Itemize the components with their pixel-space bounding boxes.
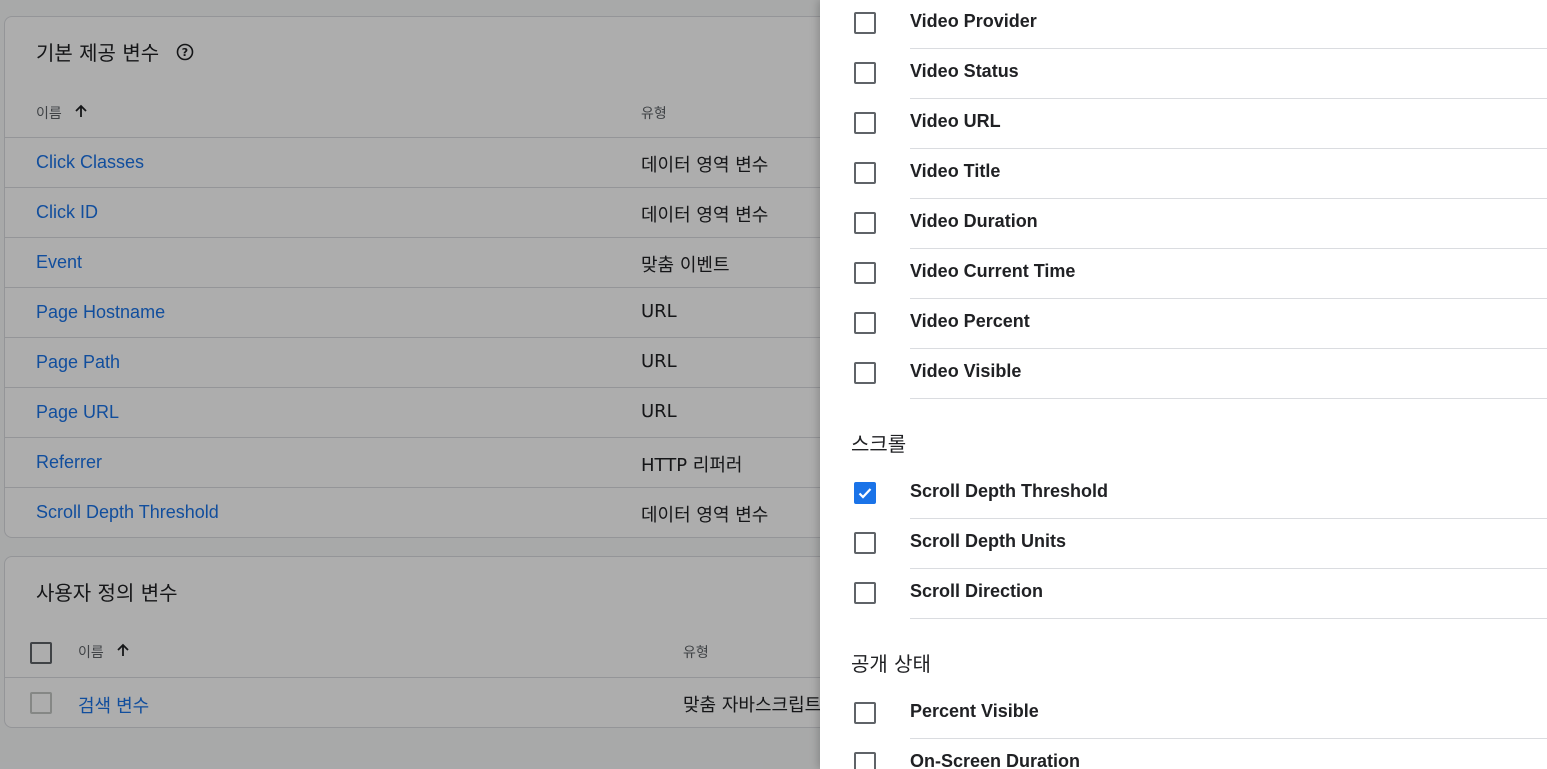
checkbox-label: Percent Visible [910,701,1039,721]
checkbox[interactable] [854,582,876,604]
checkbox[interactable] [854,12,876,34]
checkbox[interactable] [854,702,876,724]
checkbox-item-video-visible[interactable]: Video Visible [820,349,1547,399]
checkbox-label: Video Provider [910,11,1037,31]
checkbox[interactable] [854,532,876,554]
checkbox-item-scroll-depth-units[interactable]: Scroll Depth Units [820,519,1547,569]
checkbox[interactable] [854,262,876,284]
checkbox[interactable] [854,112,876,134]
checkbox-label: Video Duration [910,211,1038,231]
checkbox-label: Video Percent [910,311,1030,331]
checkbox-label: On-Screen Duration [910,751,1081,769]
checkbox-item-video-url[interactable]: Video URL [820,99,1547,149]
checkbox[interactable] [854,62,876,84]
checkbox-label: Video Status [910,61,1019,81]
checkbox-label: Scroll Depth Units [910,531,1067,551]
check-icon [858,488,872,499]
checkbox-item-video-provider[interactable]: Video Provider [820,0,1547,49]
checkbox-item-percent-visible[interactable]: Percent Visible [820,689,1547,739]
checkbox-label: Video Title [910,161,1001,181]
checkbox[interactable] [854,212,876,234]
variable-selection-panel: Video Provider Video Status Video URL Vi… [820,0,1547,769]
checkbox-item-scroll-depth-threshold[interactable]: Scroll Depth Threshold [820,469,1547,519]
checkbox-item-on-screen-duration[interactable]: On-Screen Duration [820,739,1547,769]
checkbox-checked[interactable] [854,482,876,504]
checkbox-label: Video URL [910,111,1001,131]
divider [910,618,1547,619]
checkbox-item-video-title[interactable]: Video Title [820,149,1547,199]
divider [910,398,1547,399]
checkbox-label: Scroll Direction [910,581,1044,601]
checkbox-label: Scroll Depth Threshold [910,481,1109,501]
checkbox[interactable] [854,362,876,384]
checkbox[interactable] [854,162,876,184]
section-heading-visibility: 공개 상태 [851,652,931,676]
checkbox-item-video-percent[interactable]: Video Percent [820,299,1547,349]
section-heading-scroll: 스크롤 [851,432,907,456]
checkbox-label: Video Visible [910,361,1022,381]
checkbox-item-scroll-direction[interactable]: Scroll Direction [820,569,1547,619]
checkbox-item-video-status[interactable]: Video Status [820,49,1547,99]
checkbox[interactable] [854,312,876,334]
checkbox-item-video-duration[interactable]: Video Duration [820,199,1547,249]
checkbox[interactable] [854,752,876,769]
checkbox-label: Video Current Time [910,261,1076,281]
checkbox-item-video-current-time[interactable]: Video Current Time [820,249,1547,299]
